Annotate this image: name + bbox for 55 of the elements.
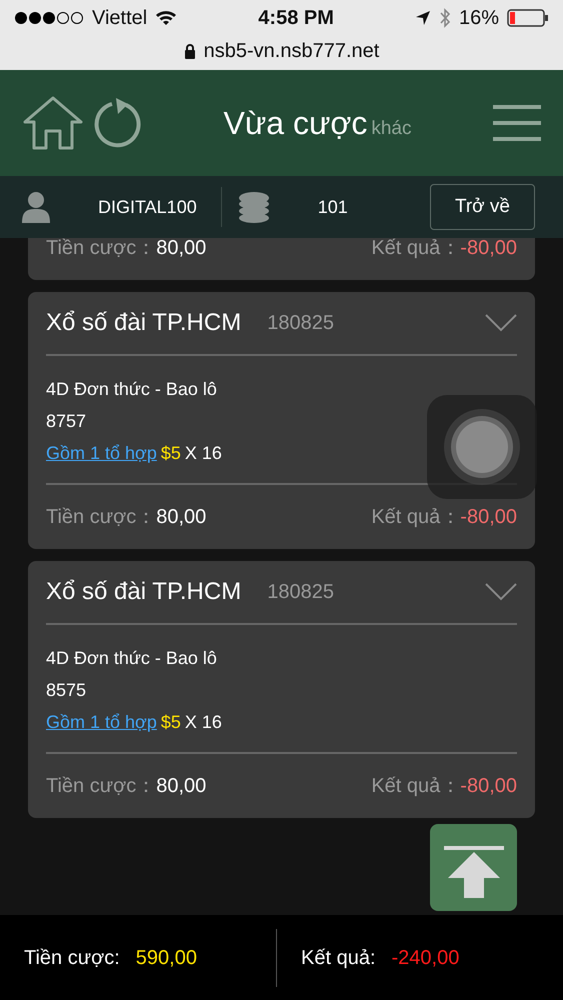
stake-label: Tiền cược： <box>46 774 156 799</box>
result-amount: -80,00 <box>460 505 517 530</box>
result-label: Kết quả： <box>371 505 460 530</box>
total-result-label: Kết quả: <box>301 946 376 970</box>
battery-icon <box>506 9 549 27</box>
bet-number: 8575 <box>46 679 88 702</box>
total-stake: 590,00 <box>136 946 197 970</box>
result-label: Kết quả： <box>371 774 460 799</box>
carrier-name: Viettel <box>92 6 148 31</box>
result-amount: -80,00 <box>460 238 517 261</box>
battery-percent: 16% <box>458 6 499 31</box>
chevron-down-icon[interactable] <box>485 583 517 601</box>
result-label: Kết quả： <box>371 238 460 261</box>
assistive-touch-button[interactable] <box>427 395 537 499</box>
page-subtitle: khác <box>371 117 412 141</box>
stake-amount: 80,00 <box>156 505 206 530</box>
bet-type: 4D Đơn thức - Bao lô <box>46 647 218 670</box>
draw-number: 180825 <box>267 311 335 336</box>
bet-type: 4D Đơn thức - Bao lô <box>46 378 218 401</box>
back-button[interactable]: Trở về <box>430 184 535 230</box>
menu-icon[interactable] <box>493 105 541 141</box>
stake-label: Tiền cược： <box>46 238 156 261</box>
stake-amount: 80,00 <box>156 238 206 261</box>
signal-icon <box>14 11 84 25</box>
balance-amount: 101 <box>318 196 349 218</box>
coin-stack-icon <box>238 191 270 223</box>
lock-icon <box>184 43 196 59</box>
total-result: -240,00 <box>392 946 460 970</box>
multiplier: X 16 <box>184 711 222 734</box>
clock-time: 4:58 PM <box>258 6 334 31</box>
total-stake-label: Tiền cược: <box>24 946 120 970</box>
result-amount: -80,00 <box>460 774 517 799</box>
bet-number: 8757 <box>46 410 88 433</box>
refresh-icon[interactable] <box>92 98 142 148</box>
circle-icon <box>442 407 522 487</box>
bluetooth-icon <box>438 8 451 28</box>
chevron-down-icon[interactable] <box>485 314 517 332</box>
multiplier: X 16 <box>184 442 222 465</box>
unit-price: $5 <box>160 711 181 734</box>
scroll-top-button[interactable] <box>430 824 517 911</box>
location-icon <box>414 10 431 26</box>
combination-link[interactable]: Gồm 1 tổ hợp <box>46 437 157 469</box>
combination-link[interactable]: Gồm 1 tổ hợp <box>46 706 157 738</box>
home-icon[interactable] <box>22 95 84 151</box>
lottery-title: Xổ số đài TP.HCM <box>46 577 242 607</box>
unit-price: $5 <box>160 442 181 465</box>
page-url[interactable]: nsb5-vn.nsb777.net <box>204 36 380 66</box>
lottery-title: Xổ số đài TP.HCM <box>46 308 242 338</box>
user-icon <box>22 191 50 223</box>
username: DIGITAL100 <box>98 196 197 218</box>
stake-amount: 80,00 <box>156 774 206 799</box>
page-title: Vừa cược <box>224 104 368 143</box>
wifi-icon <box>155 10 178 26</box>
stake-label: Tiền cược： <box>46 505 156 530</box>
draw-number: 180825 <box>267 580 335 605</box>
